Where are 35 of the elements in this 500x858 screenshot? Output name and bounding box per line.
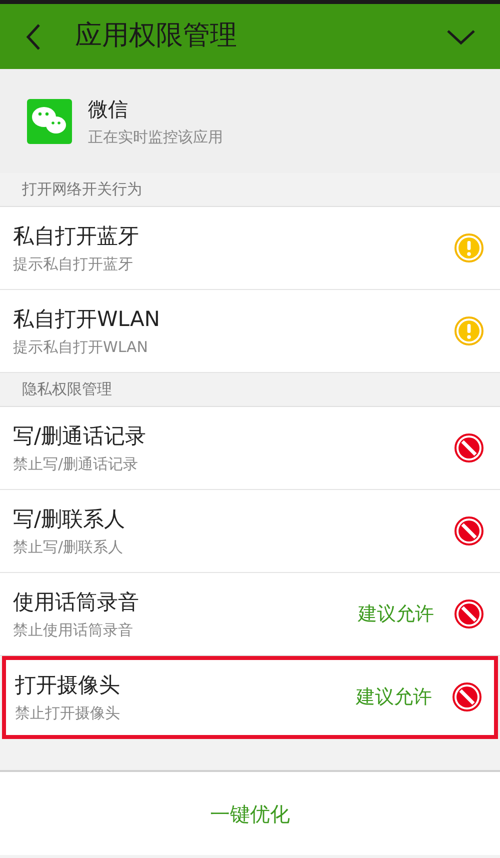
permission-title: 使用话筒录音 <box>13 589 139 616</box>
permission-title: 写/删通话记录 <box>13 423 146 450</box>
permission-row[interactable]: 私自打开蓝牙 提示私自打开蓝牙 <box>0 207 500 290</box>
blocked-icon <box>454 599 484 629</box>
optimize-button[interactable]: 一键优化 <box>194 790 306 836</box>
permission-subtitle: 禁止使用话筒录音 <box>13 620 134 640</box>
permission-subtitle: 禁止写/删通话记录 <box>13 454 140 474</box>
warning-icon <box>454 233 484 263</box>
chat-bubbles-icon <box>27 98 72 144</box>
chevron-down-icon[interactable] <box>446 28 476 46</box>
blocked-icon <box>452 682 482 712</box>
permission-row[interactable]: 打开摄像头 禁止打开摄像头 建议允许 <box>2 656 498 739</box>
section-header: 隐私权限管理 <box>22 379 112 400</box>
permission-subtitle: 禁止写/删联系人 <box>13 536 124 558</box>
section-header: 打开网络开关行为 <box>22 179 142 200</box>
suggestion-label: 建议允许 <box>358 602 434 627</box>
permission-row[interactable]: 使用话筒录音 禁止使用话筒录音 建议允许 <box>0 573 500 656</box>
app-name: 微信 <box>88 96 129 123</box>
permission-row[interactable]: 私自打开WLAN 提示私自打开WLAN <box>0 290 500 373</box>
permission-title: 写/删联系人 <box>13 506 126 533</box>
suggestion-label: 建议允许 <box>356 684 432 710</box>
app-status: 正在实时监控该应用 <box>88 126 223 148</box>
permission-title: 打开摄像头 <box>15 672 120 699</box>
permission-title: 私自打开蓝牙 <box>13 223 139 250</box>
permission-subtitle: 禁止打开摄像头 <box>15 702 120 724</box>
permission-row[interactable]: 写/删通话记录 禁止写/删通话记录 <box>0 407 500 490</box>
blocked-icon <box>454 516 484 546</box>
permission-title: 私自打开WLAN <box>13 306 160 333</box>
warning-icon <box>454 316 484 346</box>
permission-subtitle: 提示私自打开WLAN <box>13 336 150 358</box>
blocked-icon <box>454 433 484 463</box>
back-icon[interactable] <box>24 22 42 52</box>
permission-subtitle: 提示私自打开蓝牙 <box>13 254 134 274</box>
permission-row[interactable]: 写/删联系人 禁止写/删联系人 <box>0 490 500 573</box>
screen-title: 应用权限管理 <box>75 19 237 54</box>
